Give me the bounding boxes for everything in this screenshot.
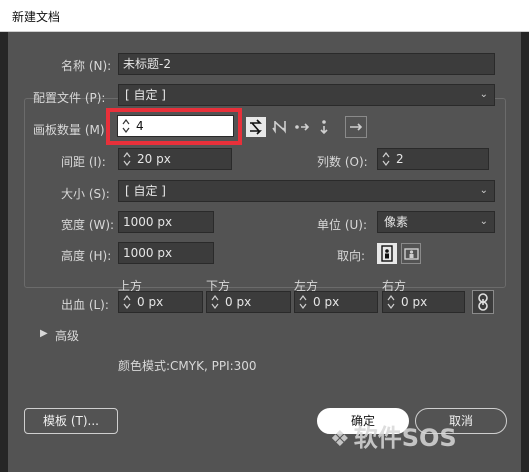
arrange-by-row-icon[interactable] — [292, 117, 312, 137]
color-mode-text: 颜色模式:CMYK, PPI:300 — [118, 359, 257, 373]
background-right — [521, 0, 529, 472]
size-select[interactable]: [ 自定 ] ⌄ — [118, 180, 495, 202]
title-bar: 新建文档 — [0, 0, 529, 32]
templates-button[interactable]: 模板 (T)... — [24, 408, 118, 434]
window-title: 新建文档 — [12, 10, 61, 24]
stepper-arrows-icon[interactable] — [210, 293, 220, 311]
profile-select[interactable]: [ 自定 ] ⌄ — [118, 84, 495, 106]
bleed-right-stepper[interactable]: 0 px — [382, 291, 465, 313]
stepper-arrows-icon[interactable] — [298, 293, 308, 311]
bleed-left-value: 0 px — [313, 295, 340, 309]
grid-by-column-icon[interactable] — [270, 117, 290, 137]
right-to-left-icon[interactable] — [345, 116, 367, 138]
size-value: [ 自定 ] — [125, 184, 166, 198]
landscape-icon[interactable] — [401, 243, 421, 264]
name-input[interactable]: 未标题-2 — [118, 53, 495, 75]
arrange-by-column-icon[interactable] — [314, 117, 334, 137]
bleed-top-stepper[interactable]: 0 px — [118, 291, 203, 313]
watermark-logo: ❖ 软件SOS — [330, 418, 457, 453]
bleed-bottom-value: 0 px — [225, 295, 252, 309]
highlight-box — [106, 108, 242, 145]
width-label: 宽度 (W): — [61, 218, 115, 232]
units-select[interactable]: 像素 ⌄ — [377, 211, 495, 233]
width-input[interactable]: 1000 px — [118, 211, 214, 233]
columns-label: 列数 (O): — [317, 155, 368, 169]
stepper-arrows-icon[interactable] — [122, 150, 132, 168]
chevron-down-icon: ⌄ — [479, 89, 488, 100]
spacing-value: 20 px — [137, 152, 171, 166]
chevron-down-icon: ⌄ — [479, 185, 488, 196]
profile-label: 配置文件 (P): — [33, 91, 106, 105]
grid-by-row-icon[interactable] — [246, 117, 266, 137]
bleed-top-value: 0 px — [137, 295, 164, 309]
columns-stepper[interactable]: 2 — [377, 148, 489, 170]
watermark-symbol-icon: ❖ — [330, 427, 350, 452]
link-icon[interactable] — [472, 290, 494, 314]
columns-value: 2 — [396, 152, 404, 166]
stepper-arrows-icon[interactable] — [122, 293, 132, 311]
name-label: 名称 (N): — [61, 59, 112, 73]
spacing-stepper[interactable]: 20 px — [118, 148, 232, 170]
units-label: 单位 (U): — [317, 218, 368, 232]
stepper-arrows-icon[interactable] — [381, 150, 391, 168]
orientation-label: 取向: — [337, 249, 366, 263]
bleed-bottom-stepper[interactable]: 0 px — [206, 291, 291, 313]
height-label: 高度 (H): — [61, 249, 112, 263]
size-label: 大小 (S): — [61, 187, 110, 201]
artboards-label: 画板数量 (M) — [33, 123, 105, 137]
watermark-text: 软件SOS — [353, 424, 457, 452]
bleed-label: 出血 (L): — [61, 298, 109, 312]
height-input[interactable]: 1000 px — [118, 242, 214, 264]
profile-value: [ 自定 ] — [125, 88, 166, 102]
spacing-label: 间距 (I): — [61, 155, 106, 169]
bleed-right-value: 0 px — [401, 295, 428, 309]
units-value: 像素 — [384, 215, 409, 229]
disclosure-triangle-icon[interactable]: ▶ — [40, 328, 48, 339]
bleed-left-stepper[interactable]: 0 px — [294, 291, 378, 313]
chevron-down-icon: ⌄ — [479, 216, 488, 227]
advanced-label[interactable]: 高级 — [55, 327, 79, 344]
portrait-icon[interactable] — [377, 243, 397, 264]
stepper-arrows-icon[interactable] — [386, 293, 396, 311]
background-left — [0, 0, 8, 472]
